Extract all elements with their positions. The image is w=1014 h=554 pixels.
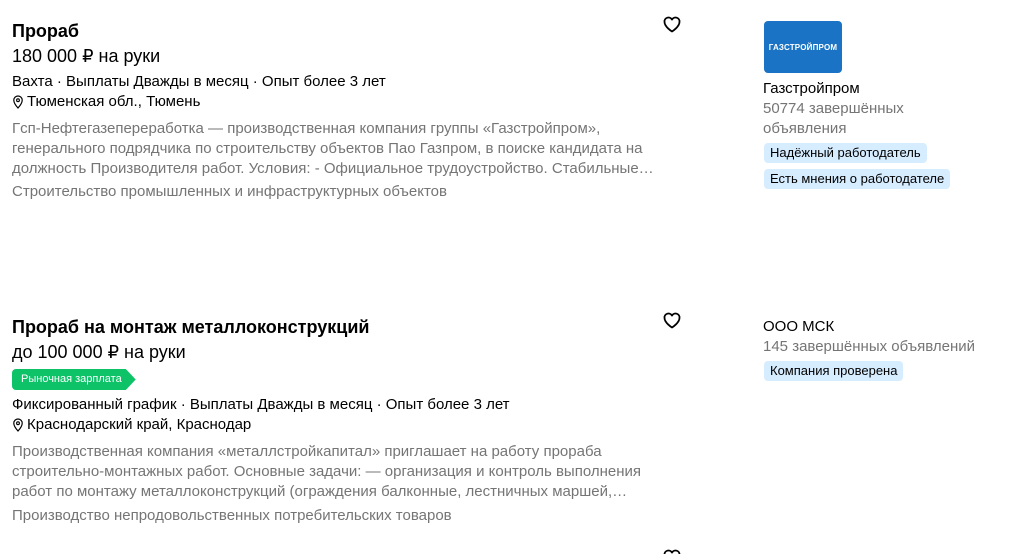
vacancy-card[interactable]: Прораб 180 000 ₽ на руки Вахта · Выплаты… <box>0 0 1014 296</box>
vacancy-location: Краснодарский край, Краснодар <box>12 416 251 433</box>
description-line: Производственная компания «металлстройка… <box>12 443 602 460</box>
company-name[interactable]: ООО МСК <box>763 318 834 335</box>
vacancy-category: Производство непродовольственных потреби… <box>12 507 452 524</box>
map-pin-icon <box>13 94 23 109</box>
vacancy-salary: до 100 000 ₽ на руки <box>12 342 186 362</box>
vacancy-salary: 180 000 ₽ на руки <box>12 46 161 66</box>
company-stats: 50774 завершённых объявления <box>763 99 904 139</box>
company-logo-text: ГАЗСТРОЙПРОМ <box>768 42 838 52</box>
company-badge: Есть мнения о работодателе <box>764 169 951 189</box>
company-name[interactable]: Газстройпром <box>763 80 860 97</box>
vacancy-title[interactable]: Прораб <box>12 21 79 42</box>
map-pin-icon <box>13 417 23 432</box>
location-text: Краснодарский край, Краснодар <box>27 416 252 433</box>
favorite-button[interactable] <box>661 546 683 554</box>
vacancy-category: Строительство промышленных и инфраструкт… <box>12 183 447 200</box>
vacancy-location: Тюменская обл., Тюмень <box>12 93 200 110</box>
vacancy-description: Гсп-Нефтегазепереработка — производствен… <box>12 119 677 179</box>
description-line: должность Производителя работ. Условия: … <box>12 160 654 177</box>
heart-icon <box>663 16 681 33</box>
company-stats: 145 завершённых объявлений <box>763 337 975 357</box>
company-stats-line: 145 завершённых объявлений <box>763 338 975 355</box>
heart-icon <box>663 549 681 554</box>
description-line: Гсп-Нефтегазепереработка — производствен… <box>12 120 601 137</box>
company-logo[interactable]: ГАЗСТРОЙПРОМ <box>764 21 842 73</box>
description-line: работ по монтажу металлоконструкций (огр… <box>12 483 628 500</box>
company-badge: Надёжный работодатель <box>764 143 927 163</box>
vacancy-params: Вахта · Выплаты Дважды в месяц · Опыт бо… <box>12 73 386 90</box>
company-stats-line: 50774 завершённых <box>763 100 904 117</box>
market-salary-tag: Рыночная зарплата <box>12 369 136 390</box>
favorite-button[interactable] <box>661 309 683 331</box>
company-badge: Компания проверена <box>764 361 904 381</box>
company-stats-line: объявления <box>763 120 847 137</box>
vacancy-description: Производственная компания «металлстройка… <box>12 442 677 502</box>
vacancy-params: Фиксированный график · Выплаты Дважды в … <box>12 396 510 413</box>
location-text: Тюменская обл., Тюмень <box>27 93 201 110</box>
description-line: генерального подрядчика по строительству… <box>12 140 643 157</box>
vacancy-card[interactable]: Прораб на монтаж металлоконструкций до 1… <box>0 296 1014 554</box>
description-line: строительно-монтажных работ. Основные за… <box>12 463 641 480</box>
favorite-button[interactable] <box>661 13 683 35</box>
heart-icon <box>663 312 681 329</box>
vacancy-title[interactable]: Прораб на монтаж металлоконструкций <box>12 317 369 338</box>
